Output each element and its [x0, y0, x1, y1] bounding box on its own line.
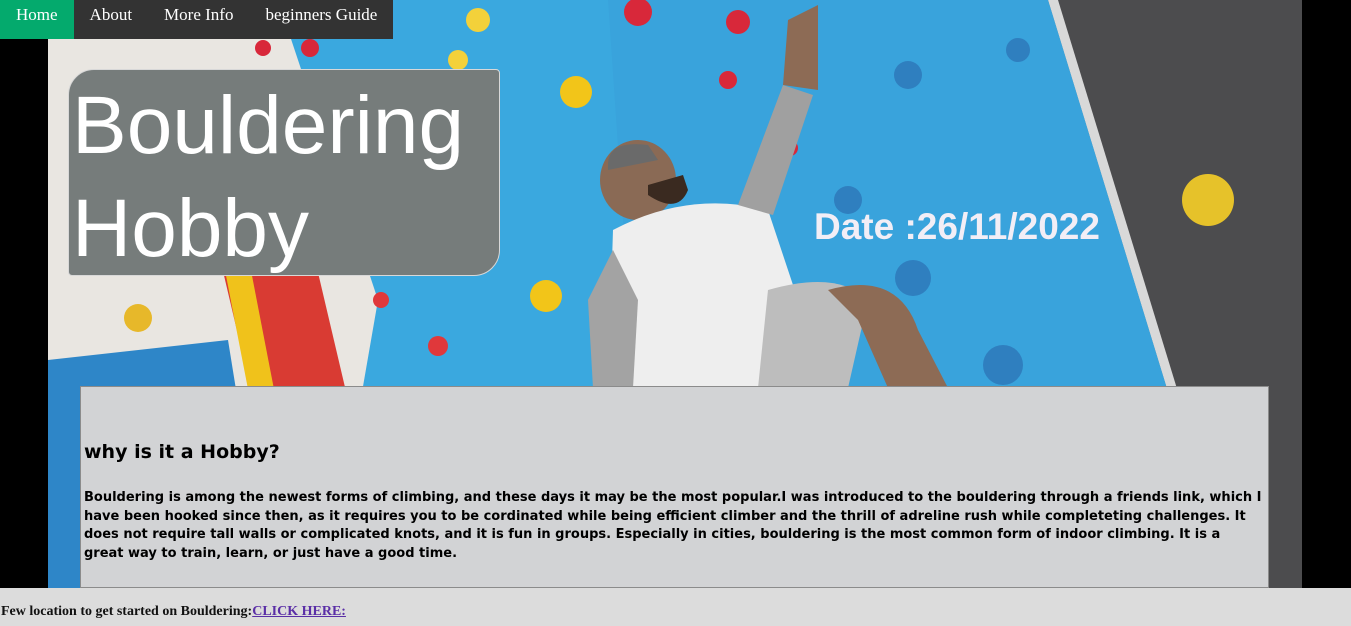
page-title-line1: Bouldering	[72, 80, 465, 171]
section-heading: why is it a Hobby?	[84, 441, 280, 463]
hero-title-box: Bouldering Hobby	[68, 69, 500, 276]
content-panel: why is it a Hobby? Bouldering is among t…	[80, 386, 1269, 588]
footer-text: Few location to get started on Boulderin…	[1, 604, 346, 620]
nav-home[interactable]: Home	[0, 0, 74, 39]
nav-about[interactable]: About	[74, 0, 149, 39]
section-paragraph: Bouldering is among the newest forms of …	[84, 490, 1262, 561]
page-title-line2: Hobby	[72, 183, 310, 274]
click-here-link[interactable]: CLICK HERE:	[252, 604, 346, 619]
footer-lead-text: Few location to get started on Boulderin…	[1, 604, 253, 619]
date-label: Date :26/11/2022	[814, 206, 1100, 247]
footer-bar: Few location to get started on Boulderin…	[0, 588, 1351, 626]
page-title: Bouldering Hobby	[69, 70, 499, 275]
top-nav: Home About More Info beginners Guide	[0, 0, 394, 39]
nav-beginners-guide[interactable]: beginners Guide	[249, 0, 393, 39]
nav-more-info[interactable]: More Info	[148, 0, 249, 39]
